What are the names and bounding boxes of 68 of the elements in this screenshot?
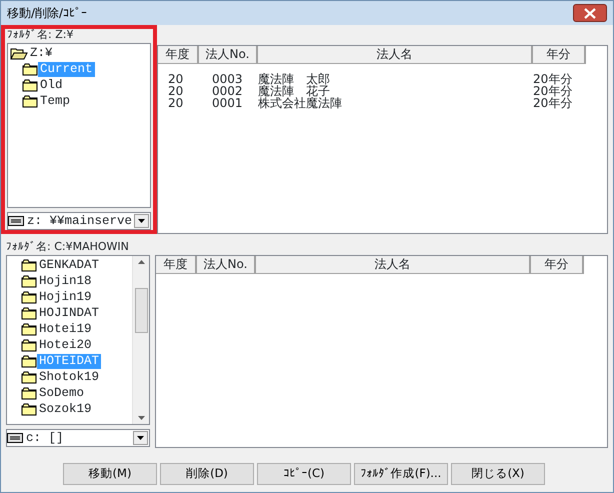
table-cell-text: 20 (167, 73, 184, 85)
folder-icon (21, 386, 37, 400)
folder-icon (21, 290, 37, 304)
tree-item[interactable]: SoDemo (7, 385, 132, 401)
table-cell-text: 魔法陣 太郎 (258, 73, 331, 85)
close-icon (584, 8, 596, 18)
folder-label: ﾌｫﾙﾀﾞ名: C:¥MAHOWIN (5, 240, 130, 255)
tree-item[interactable]: Temp (8, 93, 150, 109)
table-cell-text: 20年分 (533, 97, 574, 109)
folder-icon (21, 274, 37, 288)
tree-item[interactable]: HOJINDAT (7, 305, 132, 321)
column-header[interactable]: 法人No. (197, 256, 256, 274)
drive-icon (7, 433, 23, 443)
table-cell-text: 20 (167, 97, 184, 109)
folder-icon (21, 370, 37, 384)
folder-icon (22, 94, 38, 108)
folder-icon (21, 354, 37, 368)
table-cell-text: 20年分 (533, 73, 574, 85)
table-cell-text: 20年分 (533, 85, 574, 97)
column-header[interactable]: 法人名 (256, 256, 531, 274)
tree-item[interactable]: Hotei19 (7, 321, 132, 337)
caret-icon (137, 436, 144, 440)
folder-label: ﾌｫﾙﾀﾞ名: Z:¥ (7, 28, 74, 43)
dialog-button[interactable]: ｺﾋﾟｰ(C) (257, 463, 351, 485)
close-button[interactable] (573, 4, 607, 22)
folder-tree[interactable]: Z:¥ Current Old Temp (7, 43, 151, 208)
table-cell-text: 株式会社魔法陣 (258, 97, 343, 109)
folder-icon (21, 258, 37, 272)
column-header[interactable]: 年度 (156, 256, 197, 274)
scrollbar[interactable] (132, 256, 149, 424)
table-cell-text: 20 (167, 85, 184, 97)
folder-tree[interactable]: GENKADAT Hojin18 Hojin19 HOJINDAT Hotei19 Hotei20 HOTEIDAT Shotok19 SoDemo Sozok19 (6, 255, 150, 425)
folder-icon (21, 402, 37, 416)
window-title: 移動/削除/ｺﾋﾟｰ (7, 5, 88, 22)
tree-item[interactable]: Old (8, 77, 150, 93)
caret-icon (138, 219, 145, 223)
dialog-button[interactable]: 閉じる(X) (451, 463, 545, 485)
tree-item[interactable]: Z:¥ (8, 45, 150, 61)
dialog-button[interactable]: 削除(D) (160, 463, 254, 485)
down-arrow-icon[interactable] (138, 416, 144, 420)
folder-icon (21, 322, 37, 336)
column-header[interactable]: 法人名 (258, 46, 533, 64)
drive-dropdown[interactable]: c: [] (6, 429, 150, 447)
table-cell-text: 0003 (211, 73, 244, 85)
folder-icon (22, 62, 38, 76)
column-header[interactable]: 法人No. (199, 46, 258, 64)
column-header[interactable]: 年度 (158, 46, 199, 64)
tree-item[interactable]: Hojin18 (7, 273, 132, 289)
column-header[interactable]: 年分 (533, 46, 586, 64)
tree-item[interactable]: GENKADAT (7, 257, 132, 273)
folder-icon (21, 338, 37, 352)
table-cell-text: 魔法陣 花子 (258, 85, 330, 97)
open-folder-icon (10, 46, 28, 60)
drive-icon (8, 216, 24, 226)
tree-item[interactable]: Shotok19 (7, 369, 132, 385)
tree-item[interactable]: Hotei20 (7, 337, 132, 353)
dialog-button[interactable]: ﾌｫﾙﾀﾞ作成(F)... (354, 463, 448, 485)
tree-item[interactable]: Sozok19 (7, 401, 132, 417)
folder-icon (22, 78, 38, 92)
dialog-button[interactable]: 移動(M) (63, 463, 157, 485)
table-cell-text: 0001 (211, 97, 244, 109)
column-header[interactable]: 年分 (531, 256, 584, 274)
folder-icon (21, 306, 37, 320)
table-cell-text: 0002 (211, 85, 244, 97)
up-arrow-icon[interactable] (138, 260, 144, 264)
scrollbar-thumb[interactable] (134, 288, 148, 332)
tree-item[interactable]: Hojin19 (7, 289, 132, 305)
drive-dropdown[interactable]: z: ¥¥mainserve (7, 212, 151, 230)
